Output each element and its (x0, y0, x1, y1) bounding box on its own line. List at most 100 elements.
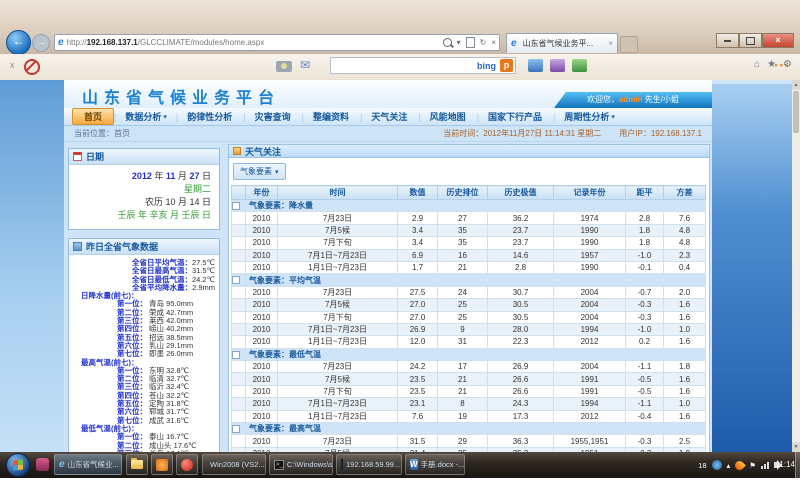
table-row[interactable]: 20101月1日~7月23日1.7212.81990-0.10.4 (232, 261, 706, 273)
table-row[interactable]: 20107月1日~7月23日26.9928.01994-1.01.0 (232, 323, 706, 335)
table-row[interactable]: 20107月23日24.21726.92004-1.11.8 (232, 361, 706, 373)
calendar-icon (73, 152, 82, 161)
table-row[interactable]: 20107月23日27.52430.72004-0.72.0 (232, 286, 706, 298)
group-checkbox[interactable] (232, 202, 240, 210)
scroll-up-icon[interactable]: ▲ (792, 80, 800, 90)
url-path: /GLCCLIMATE/modules/home.aspx (138, 38, 265, 47)
taskbar-vm-button[interactable]: Win2008 (VS2... (202, 454, 266, 475)
table-row[interactable]: 20101月1日~7月23日12.03122.320120.21.6 (232, 336, 706, 348)
scrollbar-thumb[interactable] (793, 91, 799, 133)
stop-icon[interactable]: × (491, 38, 496, 47)
tray-expand-icon[interactable]: ▴ (727, 461, 731, 470)
page-body: 日期 2012 年 11 月 27 日 星期二 农历 10 月 14 日 壬辰 … (64, 142, 712, 452)
video-icon[interactable] (528, 59, 543, 72)
network-icon[interactable] (761, 462, 769, 469)
table-row[interactable]: 20107月1日~7月23日6.91614.61957-1.02.3 (232, 249, 706, 261)
new-tab-button[interactable] (620, 36, 638, 53)
nav-item[interactable]: 国家下行产品 (479, 110, 553, 123)
weather-box: 昨日全省气象数据 全省日平均气温：27.5℃ 全省日最高气温：31.5℃ 全省日… (68, 238, 220, 452)
tray-badge: 18 (698, 461, 706, 470)
taskbar-clock[interactable]: 11:14 (776, 460, 795, 469)
action-center-flag-icon[interactable]: ⚑ (749, 461, 756, 470)
user-ip: 用户IP：192.168.137.1 (619, 128, 702, 139)
browser-tab[interactable]: e 山东省气候业务平... × (506, 33, 618, 53)
refresh-icon[interactable]: ↻ (480, 38, 487, 47)
group-checkbox[interactable] (232, 276, 240, 284)
table-row[interactable]: 20107月5候27.02530.52004-0.31.6 (232, 299, 706, 311)
table-row[interactable]: 20107月下旬3.43523.719901.84.8 (232, 237, 706, 249)
nav-item[interactable]: 周期性分析▾ (555, 110, 624, 123)
quick-launch-icon[interactable] (36, 458, 49, 471)
nav-item[interactable]: 灾害查询 (246, 110, 302, 123)
compatibility-icon[interactable] (466, 37, 475, 48)
home-icon[interactable]: ⌂ (754, 59, 760, 70)
taskbar-app-orange-button[interactable] (151, 454, 173, 475)
table-row[interactable]: 20107月下旬23.52126.61991-0.51.6 (232, 385, 706, 397)
show-desktop-button[interactable] (795, 452, 800, 478)
url-scheme: http:// (67, 38, 87, 47)
address-bar[interactable]: e http://192.168.137.1/GLCCLIMATE/module… (54, 34, 500, 51)
nav-item[interactable]: 韵律性分析 (178, 110, 243, 123)
start-button[interactable] (6, 453, 30, 477)
table-header-row: 年份时间数值历史排位历史极值记录年份距平方差 (232, 186, 706, 200)
welcome-suffix: 先生/小姐 (643, 95, 679, 104)
people-icon[interactable] (572, 59, 587, 72)
table-row[interactable]: 20107月下旬27.02530.52004-0.31.6 (232, 311, 706, 323)
lunar-date: 农历 10 月 14 日 (77, 196, 211, 209)
maximize-icon (746, 37, 755, 45)
minimize-button[interactable] (716, 33, 739, 48)
taskbar-remote-button[interactable]: 192.168.59.99... (336, 454, 402, 475)
tmax-rank-title: 最高气温(前七)： (81, 359, 215, 367)
column-header: 记录年份 (554, 186, 626, 200)
scroll-down-icon[interactable]: ▼ (792, 442, 800, 452)
table-row[interactable]: 20101月1日~7月23日7.61917.32012-0.41.6 (232, 410, 706, 422)
tab-close-icon[interactable]: × (608, 39, 613, 48)
tab-title: 山东省气候业务平... (523, 38, 594, 49)
nav-item-home[interactable]: 首页 (72, 108, 114, 125)
paint-icon[interactable] (550, 59, 565, 72)
panel-title: 天气关注 (245, 145, 281, 158)
forward-button[interactable]: → (32, 34, 50, 52)
search-icon[interactable] (443, 38, 452, 47)
blocked-popup-icon[interactable] (24, 59, 40, 75)
mail-icon[interactable]: ✉ (300, 58, 310, 72)
vertical-scrollbar[interactable]: ▲ ▼ (792, 80, 800, 452)
table-row[interactable]: 20107月23日2.92736.219742.87.6 (232, 212, 706, 224)
url-host: 192.168.137.1 (87, 38, 138, 47)
nav-item[interactable]: 整编资料 (304, 110, 360, 123)
current-time: 当前时间：2012年11月27日 11:14:31 星期二 (443, 128, 601, 139)
nav-item[interactable]: 天气关注 (362, 110, 418, 123)
nav-item[interactable]: 数据分析▾ (116, 110, 176, 123)
welcome-prefix: 欢迎您， (587, 95, 619, 104)
nav-item-label: 灾害查询 (255, 110, 291, 123)
search-dropdown-icon[interactable]: ▾ (457, 38, 461, 47)
taskbar-word-button[interactable]: W手册.docx -... (405, 454, 465, 475)
favorites-star-icon[interactable]: ★ (767, 59, 776, 70)
group-checkbox[interactable] (232, 351, 240, 359)
nav-item[interactable]: 风能地图 (421, 110, 477, 123)
taskbar-ie-button[interactable]: e 山东省气候业... (54, 454, 122, 475)
close-button[interactable]: × (762, 33, 794, 48)
bing-search-box[interactable]: bing p (330, 57, 516, 74)
settings-gear-icon[interactable]: ⚙ (783, 59, 792, 70)
table-row[interactable]: 20107月23日31.52936.31955,1951-0.32.5 (232, 435, 706, 447)
remote-desktop-icon (341, 459, 343, 470)
camera-icon[interactable] (276, 61, 292, 72)
table-row[interactable]: 20107月5候3.43523.719901.84.8 (232, 224, 706, 236)
table-row[interactable]: 20107月1日~7月23日23.1824.31994-1.11.0 (232, 398, 706, 410)
bing-search-button[interactable]: p (500, 59, 513, 72)
taskbar-cmd-button[interactable]: >_C:\Windows\s... (269, 454, 333, 475)
maximize-button[interactable] (739, 33, 762, 48)
element-dropdown-button[interactable]: 气象要素▾ (233, 163, 286, 180)
ganzhi-date: 壬辰 年 辛亥 月 壬辰 日 (77, 209, 211, 222)
back-icon: ← (13, 34, 25, 48)
taskbar-explorer-button[interactable] (126, 454, 148, 475)
commandbar-close-icon[interactable]: x (10, 60, 15, 70)
back-button[interactable]: ← (6, 30, 31, 55)
group-checkbox[interactable] (232, 425, 240, 433)
gregorian-date: 2012 年 11 月 27 日 (77, 170, 211, 183)
tray-app-icon[interactable] (712, 460, 722, 470)
flame-icon[interactable] (733, 459, 746, 472)
taskbar-app-red-button[interactable] (176, 454, 198, 475)
table-row[interactable]: 20107月5候23.52126.61991-0.51.6 (232, 373, 706, 385)
